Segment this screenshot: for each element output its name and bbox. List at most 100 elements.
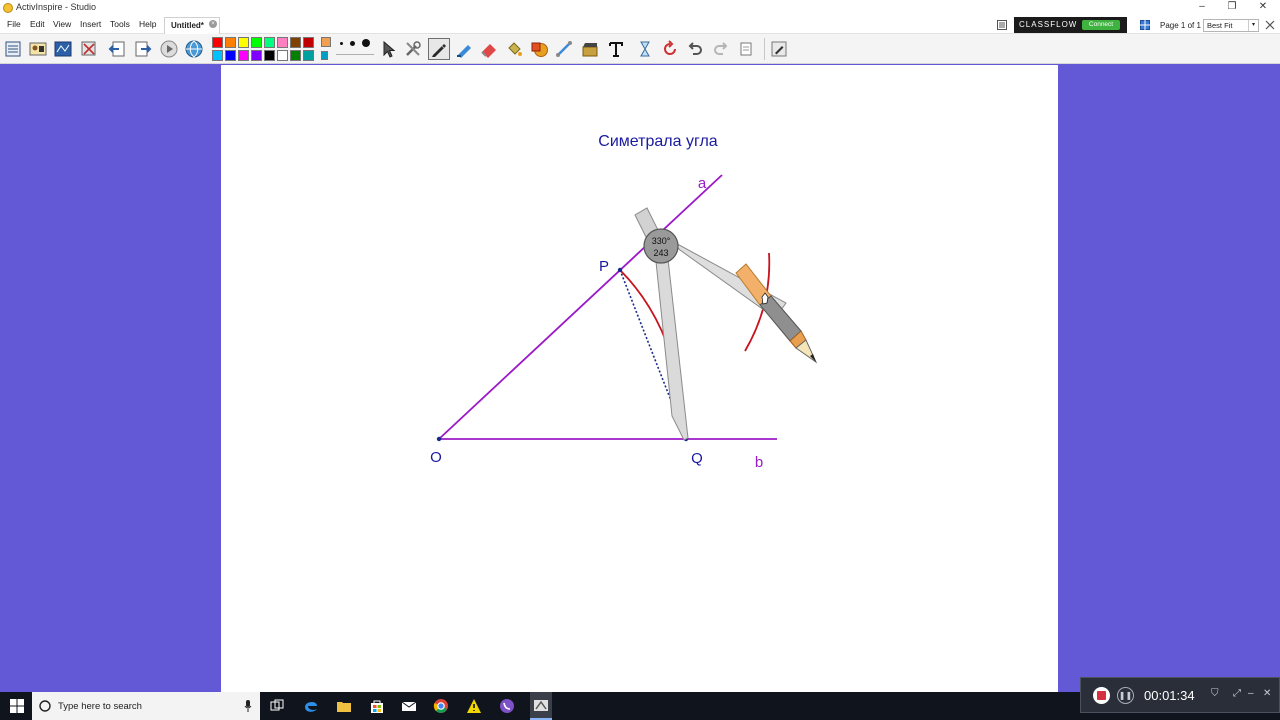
- close-button[interactable]: ✕: [1251, 1, 1275, 14]
- color-swatch-red[interactable]: [212, 37, 223, 48]
- page-indicator: Page 1 of 1: [1160, 21, 1201, 30]
- taskbar-search-box[interactable]: Type here to search: [32, 692, 260, 720]
- color-swatch-magenta[interactable]: [238, 50, 249, 61]
- select-tool[interactable]: [378, 38, 400, 60]
- next-page-icon: [135, 41, 152, 57]
- refresh-icon: [664, 40, 676, 55]
- activinspire-icon[interactable]: [530, 692, 552, 720]
- document-tab-close-icon[interactable]: ×: [209, 20, 217, 28]
- compass-needle-leg[interactable]: [654, 249, 689, 441]
- menu-edit[interactable]: Edit: [30, 19, 45, 29]
- menu-insert[interactable]: Insert: [80, 19, 101, 29]
- browsers-tool[interactable]: [27, 38, 49, 60]
- refresh-tool[interactable]: [659, 38, 681, 60]
- color-picker-current[interactable]: [321, 37, 331, 47]
- menu-help[interactable]: Help: [139, 19, 156, 29]
- edge-icon[interactable]: [302, 697, 320, 715]
- pen-icon: [432, 44, 446, 57]
- eraser-tool[interactable]: [478, 38, 500, 60]
- play-tool[interactable]: [158, 38, 180, 60]
- grid-icon[interactable]: [1140, 20, 1150, 30]
- pen-width-small-icon[interactable]: [340, 42, 343, 45]
- tools-menu[interactable]: [402, 38, 424, 60]
- windows-start-icon[interactable]: [8, 697, 26, 715]
- shapes-icon: [531, 42, 548, 57]
- color-swatch-teal[interactable]: [303, 50, 314, 61]
- zoom-select[interactable]: Best Fit ▾: [1203, 19, 1259, 32]
- collapse-icon[interactable]: [1265, 20, 1275, 30]
- annotate-icon[interactable]: ⛉: [1211, 688, 1219, 699]
- mail-icon[interactable]: [400, 697, 418, 715]
- color-picker-secondary[interactable]: [321, 51, 328, 60]
- redo-tool[interactable]: [710, 38, 732, 60]
- task-view-icon[interactable]: [268, 697, 286, 715]
- color-swatch-white[interactable]: [277, 50, 288, 61]
- menu-tools[interactable]: Tools: [110, 19, 130, 29]
- file-explorer-icon[interactable]: [335, 697, 353, 715]
- clipart-tool[interactable]: [579, 38, 601, 60]
- point-p: [617, 267, 623, 273]
- minimize-button[interactable]: –: [1190, 1, 1214, 14]
- pause-recording-button[interactable]: ❚❚: [1117, 687, 1134, 704]
- viber-icon[interactable]: [498, 697, 516, 715]
- expand-icon[interactable]: ⤢: [1233, 688, 1241, 699]
- color-swatch-black[interactable]: [264, 50, 275, 61]
- page-zoom-tool[interactable]: [735, 38, 757, 60]
- text-t-icon: [609, 42, 623, 57]
- menu-view[interactable]: View: [53, 19, 71, 29]
- pen-tool[interactable]: [428, 38, 450, 60]
- chrome-icon[interactable]: [432, 697, 450, 715]
- color-swatch-dark-red[interactable]: [303, 37, 314, 48]
- close-recorder-icon[interactable]: ✕: [1263, 688, 1271, 699]
- reset-tool[interactable]: [78, 38, 100, 60]
- compass-tool[interactable]: 330° 243: [634, 207, 818, 441]
- previous-page-tool[interactable]: [106, 38, 128, 60]
- color-swatch-dark-green[interactable]: [290, 50, 301, 61]
- menu-file[interactable]: File: [7, 19, 21, 29]
- undo-icon: [688, 42, 702, 55]
- label-a: a: [698, 175, 707, 192]
- customize-pen-icon: [771, 41, 787, 57]
- redo-icon: [714, 42, 728, 55]
- customize-toolbar-tool[interactable]: [768, 38, 790, 60]
- color-swatch-blue[interactable]: [225, 50, 236, 61]
- document-tab[interactable]: Untitled* ×: [164, 17, 220, 34]
- undo-tool[interactable]: [684, 38, 706, 60]
- main-menu-icon: [5, 41, 21, 57]
- web-browser-tool[interactable]: [183, 38, 205, 60]
- restore-button[interactable]: ❐: [1220, 1, 1244, 14]
- revealer-tool[interactable]: [634, 38, 656, 60]
- minimize-recorder-icon[interactable]: –: [1248, 688, 1254, 699]
- highlighter-tool[interactable]: [453, 38, 475, 60]
- color-swatch-orange[interactable]: [225, 37, 236, 48]
- globe-icon: [185, 40, 203, 58]
- text-tool[interactable]: [605, 38, 627, 60]
- connector-tool[interactable]: [553, 38, 575, 60]
- microphone-icon[interactable]: [244, 700, 252, 712]
- warning-app-icon[interactable]: [465, 697, 483, 715]
- page-browser-icon[interactable]: [997, 20, 1007, 30]
- color-swatch-yellow[interactable]: [238, 37, 249, 48]
- page-tool[interactable]: [52, 38, 74, 60]
- next-page-tool[interactable]: [132, 38, 154, 60]
- color-swatch-spring-green[interactable]: [264, 37, 275, 48]
- color-swatch-violet[interactable]: [251, 50, 262, 61]
- fill-tool[interactable]: [503, 38, 525, 60]
- shape-tool[interactable]: [528, 38, 550, 60]
- color-swatch-pink[interactable]: [277, 37, 288, 48]
- color-swatch-green[interactable]: [251, 37, 262, 48]
- flipchart-page[interactable]: Симетрала угла a b O P Q 330° 243: [221, 65, 1058, 692]
- color-swatch-brown[interactable]: [290, 37, 301, 48]
- store-icon[interactable]: [368, 697, 386, 715]
- search-icon: [39, 700, 51, 712]
- document-tab-label: Untitled*: [171, 21, 204, 30]
- pen-width-slider[interactable]: [336, 54, 374, 55]
- main-menu-tool[interactable]: [2, 38, 24, 60]
- stop-recording-button[interactable]: [1093, 687, 1110, 704]
- color-swatch-cyan[interactable]: [212, 50, 223, 61]
- hourglass-icon: [640, 41, 650, 57]
- classflow-connect-button[interactable]: Connect: [1082, 20, 1120, 30]
- connector-line-icon: [556, 41, 572, 57]
- pen-width-large-icon[interactable]: [362, 39, 370, 47]
- pen-width-medium-icon[interactable]: [350, 41, 355, 46]
